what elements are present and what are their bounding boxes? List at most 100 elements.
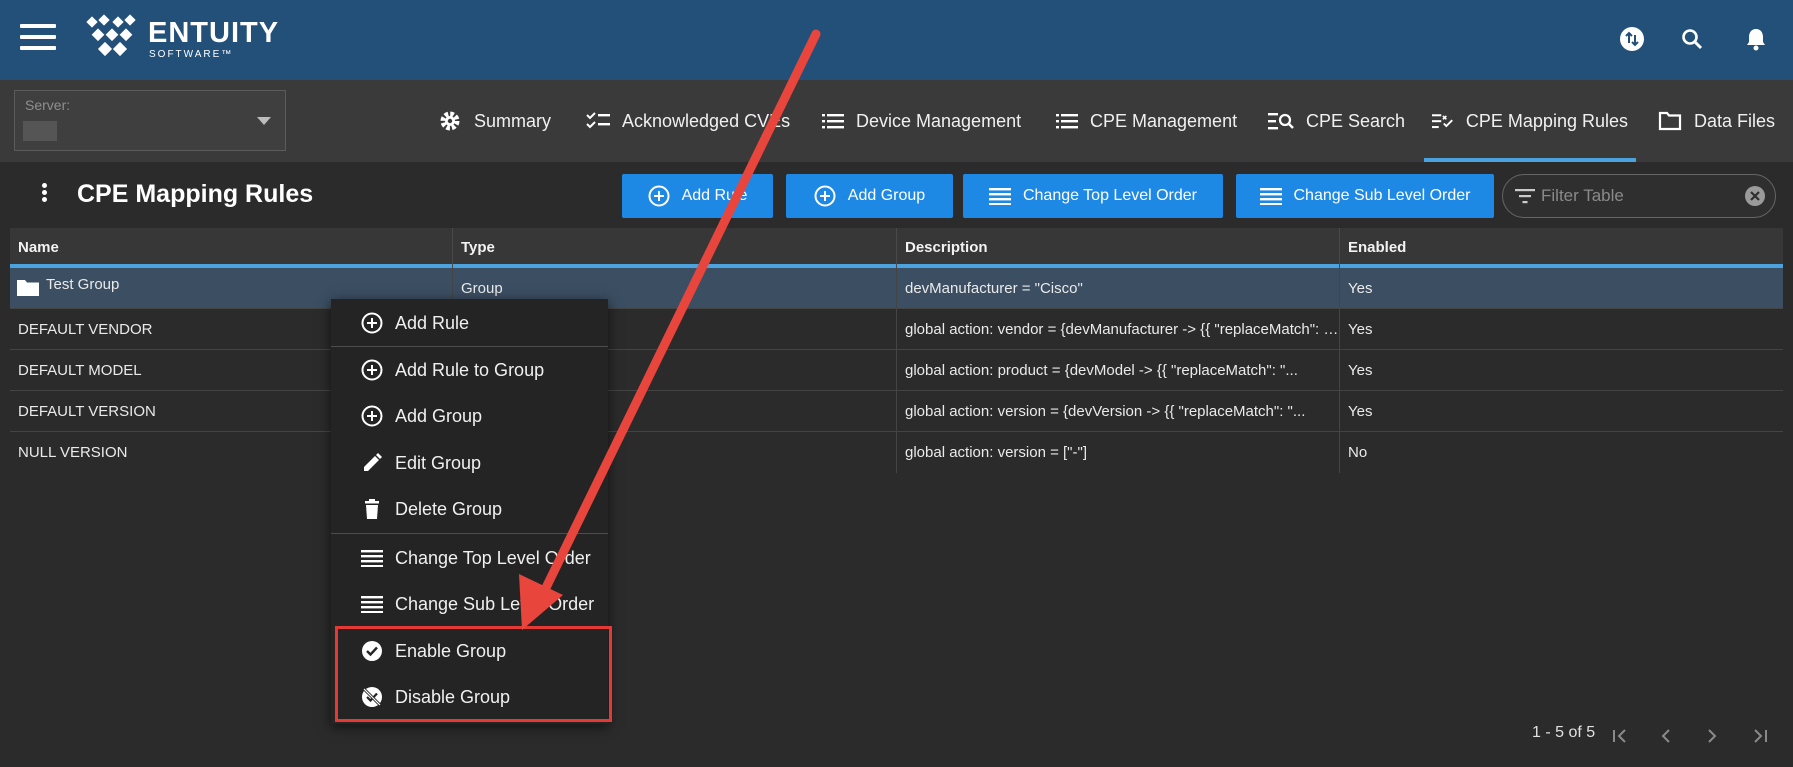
checklist-icon [586,112,610,129]
pencil-icon [364,453,382,471]
folder-icon [17,280,39,296]
add-circle-icon [814,185,836,207]
caret-down-icon [257,117,271,125]
cell-enabled: Yes [1348,321,1373,338]
change-top-label: Change Top Level Order [1022,187,1198,204]
reorder-icon [1259,188,1282,205]
pager-range: 1 - 5 of 5 [1532,724,1596,741]
filter-field [1502,174,1776,218]
tab-label: CPE Management [1090,110,1238,131]
menu-icon[interactable] [20,24,56,52]
sync-icon[interactable] [1617,24,1647,54]
menu-item-delete-group[interactable]: Delete Group [331,487,608,531]
list-search-icon [1268,113,1294,130]
clear-icon[interactable] [1744,185,1766,207]
column-header-description[interactable]: Description [897,228,1340,268]
search-icon[interactable] [1677,24,1707,54]
highlight-box [335,626,612,722]
more-vert-icon[interactable] [42,183,48,203]
table-row[interactable]: DEFAULT VENDOR global action: vendor = {… [10,309,1783,350]
tab-label: CPE Mapping Rules [1465,110,1628,131]
table-row[interactable]: DEFAULT MODEL global action: product = {… [10,350,1783,391]
entuity-logo: ENTUITY SOFTWARE™ [84,14,278,64]
tab-label: Acknowledged CVEs [622,110,791,131]
menu-item-label: Change Sub Level Order [395,593,595,614]
menu-divider [331,346,608,347]
trash-icon [365,499,379,519]
menu-item-label: Change Top Level Order [395,547,591,568]
column-header-type[interactable]: Type [453,228,897,268]
table-row[interactable]: Test Group Group devManufacturer = "Cisc… [10,268,1783,309]
column-header-name[interactable]: Name [10,228,453,268]
tab-label: Data Files [1694,110,1776,131]
gear-icon [440,111,460,131]
menu-item-change-sub-level-order[interactable]: Change Sub Level Order [331,582,608,626]
list-icon [1056,114,1078,129]
menu-divider [331,533,608,534]
navigation-bar: Server: Summary Acknowledged CVEs Device… [0,80,1793,162]
last-page-icon[interactable] [1748,724,1772,748]
menu-item-change-top-level-order[interactable]: Change Top Level Order [331,536,608,580]
cell-enabled: Yes [1348,362,1373,379]
menu-item-add-rule[interactable]: Add Rule [331,301,608,345]
menu-item-label: Add Rule to Group [395,359,545,380]
tab-cpe-mapping-rules[interactable]: CPE Mapping Rules [1424,80,1636,162]
rules-table: Name Type Description Enabled Test Group… [10,228,1783,473]
cell-description: devManufacturer = "Cisco" [897,268,1340,309]
cell-description: global action: version = ["-"] [897,432,1340,473]
page-title: CPE Mapping Rules [77,180,314,208]
cell-enabled: No [1348,444,1368,461]
reorder-icon [361,596,383,613]
table-row[interactable]: DEFAULT VERSION global action: version =… [10,391,1783,432]
prev-page-icon[interactable] [1654,724,1678,748]
table-header: Name Type Description Enabled [10,228,1783,268]
server-label: Server: [25,97,71,113]
table-row[interactable]: NULL VERSION global action: version = ["… [10,432,1783,473]
tab-data-files[interactable]: Data Files [1658,80,1775,162]
page-toolbar: CPE Mapping Rules Add Rule Add Group Cha… [0,162,1793,228]
list-icon [822,114,844,129]
tab-acknowledged-cves[interactable]: Acknowledged CVEs [586,80,790,162]
name-text: Test Group [46,276,120,293]
server-select[interactable]: Server: [14,90,286,151]
next-page-icon[interactable] [1700,724,1724,748]
cell-enabled: Yes [1348,403,1373,420]
list-check-icon [1432,114,1453,129]
add-circle-icon [361,359,383,381]
first-page-icon[interactable] [1608,724,1632,748]
brand-sub: SOFTWARE™ [149,49,234,60]
change-sub-label: Change Sub Level Order [1293,187,1471,204]
add-circle-icon [361,405,383,427]
reorder-icon [988,188,1011,205]
add-group-label: Add Group [847,187,926,204]
change-sub-level-order-button[interactable]: Change Sub Level Order [1236,174,1494,218]
column-header-enabled[interactable]: Enabled [1340,228,1783,268]
tab-cpe-management[interactable]: CPE Management [1056,80,1237,162]
menu-item-add-rule-to-group[interactable]: Add Rule to Group [331,348,608,392]
tab-label: Summary [474,110,552,131]
change-top-level-order-button[interactable]: Change Top Level Order [963,174,1223,218]
menu-item-label: Add Group [395,405,483,426]
filter-input[interactable] [1541,186,1731,206]
add-rule-label: Add Rule [681,187,748,204]
tab-label: CPE Search [1306,110,1406,131]
cell-description: global action: vendor = {devManufacturer… [897,309,1340,350]
tab-device-management[interactable]: Device Management [822,80,1021,162]
menu-item-add-group[interactable]: Add Group [331,394,608,438]
cell-description: global action: product = {devModel -> {{… [897,350,1340,391]
bell-icon[interactable] [1741,24,1771,54]
menu-item-label: Edit Group [395,452,482,473]
add-circle-icon [648,185,670,207]
add-group-button[interactable]: Add Group [786,174,953,218]
tab-summary[interactable]: Summary [438,80,551,162]
menu-item-edit-group[interactable]: Edit Group [331,441,608,485]
cell-enabled: Yes [1348,280,1373,297]
server-value [23,121,57,141]
folder-icon [1658,111,1682,131]
filter-icon [1515,189,1535,204]
reorder-icon [361,550,383,567]
tab-cpe-search[interactable]: CPE Search [1268,80,1405,162]
add-rule-button[interactable]: Add Rule [622,174,773,218]
top-app-bar: ENTUITY SOFTWARE™ [0,0,1793,80]
brand-name: ENTUITY [148,17,280,49]
